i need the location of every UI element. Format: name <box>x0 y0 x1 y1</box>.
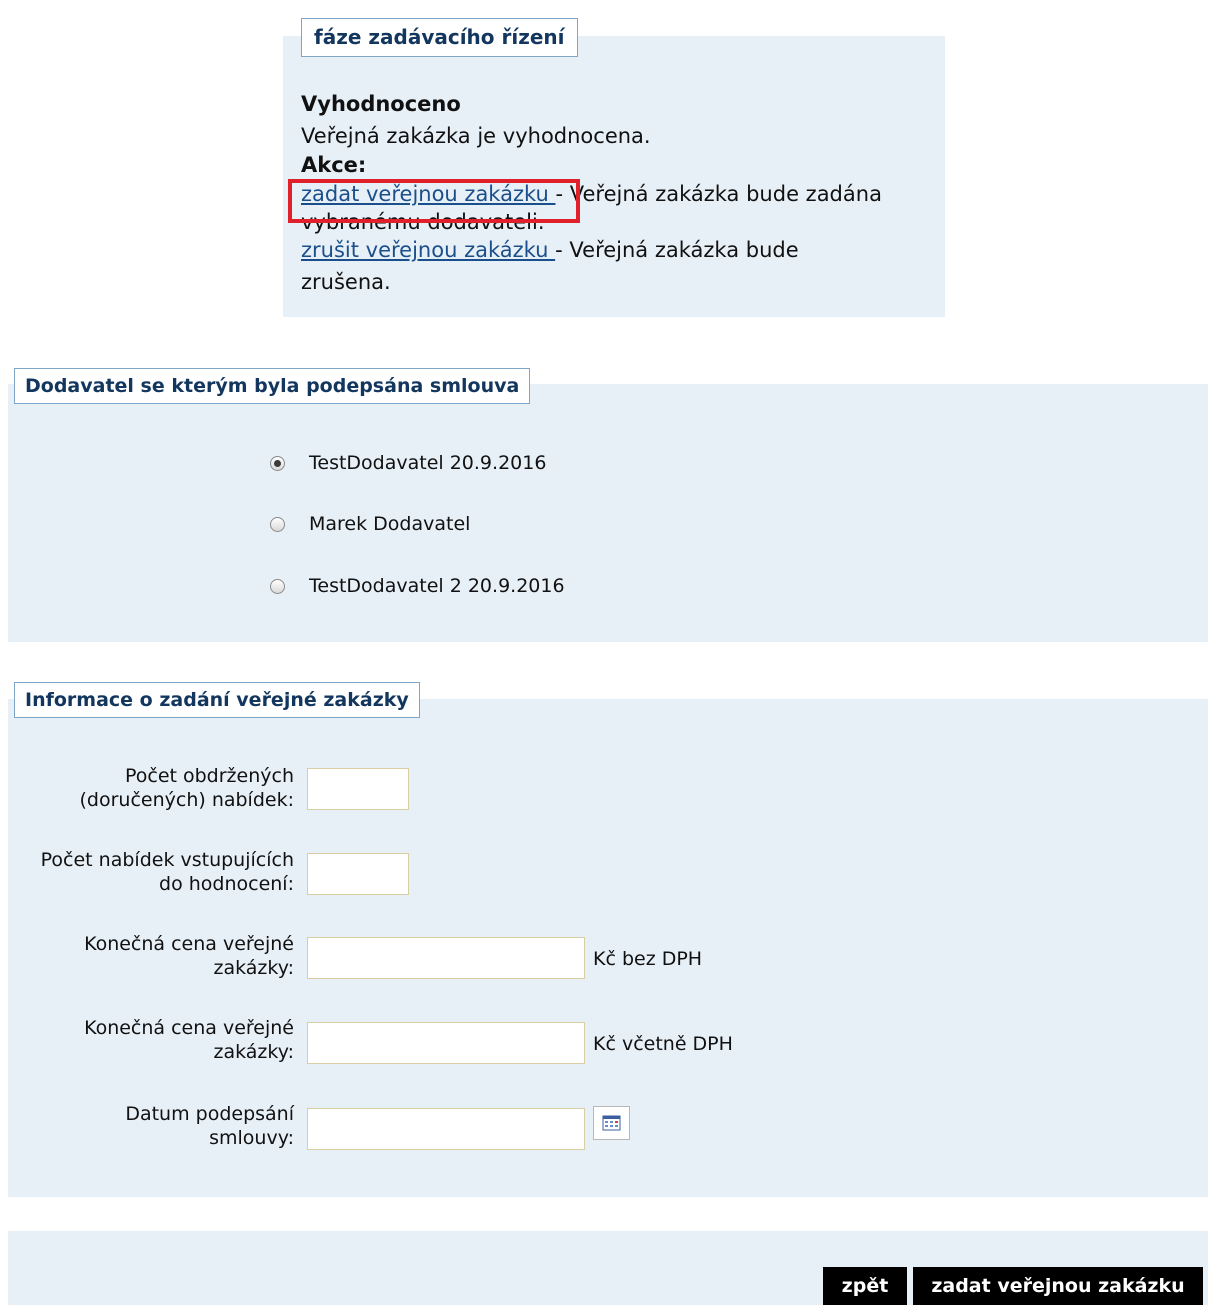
supplier-option-label: TestDodavatel 2 20.9.2016 <box>309 575 565 597</box>
cancel-contract-desc: - Veřejná zakázka bude <box>555 238 799 262</box>
supplier-panel <box>8 384 1208 642</box>
phase-state-desc: Veřejná zakázka je vyhodnocena. <box>301 124 651 148</box>
action-cancel: zrušit veřejnou zakázku - Veřejná zakázk… <box>301 234 951 266</box>
radio-button[interactable] <box>270 455 285 471</box>
supplier-option[interactable]: Marek Dodavatel <box>270 513 470 535</box>
field-label: Konečná cena veřejné zakázky: <box>84 933 294 979</box>
assign-contract-button[interactable]: zadat veřejnou zakázku <box>913 1267 1203 1305</box>
received-offers-input[interactable] <box>307 768 409 810</box>
field-label: Počet nabídek vstupujících do hodnocení: <box>40 849 294 895</box>
back-button[interactable]: zpět <box>823 1267 907 1305</box>
info-legend: Informace o zadání veřejné zakázky <box>14 682 420 718</box>
supplier-option[interactable]: TestDodavatel 2 20.9.2016 <box>270 575 565 597</box>
supplier-option-label: Marek Dodavatel <box>309 513 471 535</box>
contract-date-input[interactable] <box>307 1108 585 1150</box>
cancel-contract-desc-line2: zrušena. <box>301 270 391 294</box>
field-label: Konečná cena veřejné zakázky: <box>84 1017 294 1063</box>
supplier-option-label: TestDodavatel 20.9.2016 <box>309 452 547 474</box>
radio-button[interactable] <box>270 578 285 594</box>
highlight-box <box>288 179 580 223</box>
evaluated-offers-input[interactable] <box>307 853 409 895</box>
radio-button[interactable] <box>270 516 285 532</box>
final-price-excl-vat-input[interactable] <box>307 937 585 979</box>
calendar-icon[interactable] <box>593 1106 630 1140</box>
field-label: Počet obdržených (doručených) nabídek: <box>79 765 295 811</box>
unit-label: Kč včetně DPH <box>593 1033 733 1055</box>
supplier-legend: Dodavatel se kterým byla podepsána smlou… <box>14 368 531 404</box>
assign-contract-desc: - Veřejná zakázka bude zadána <box>555 182 882 206</box>
final-price-incl-vat-input[interactable] <box>307 1022 585 1064</box>
phase-legend: fáze zadávacího řízení <box>301 18 578 57</box>
actions-label: Akce: <box>301 153 367 177</box>
unit-label: Kč bez DPH <box>593 948 703 970</box>
field-label: Datum podepsání smlouvy: <box>125 1103 294 1149</box>
phase-state-title: Vyhodnoceno <box>301 92 461 116</box>
cancel-contract-link[interactable]: zrušit veřejnou zakázku <box>301 238 555 262</box>
supplier-option[interactable]: TestDodavatel 20.9.2016 <box>270 452 546 474</box>
